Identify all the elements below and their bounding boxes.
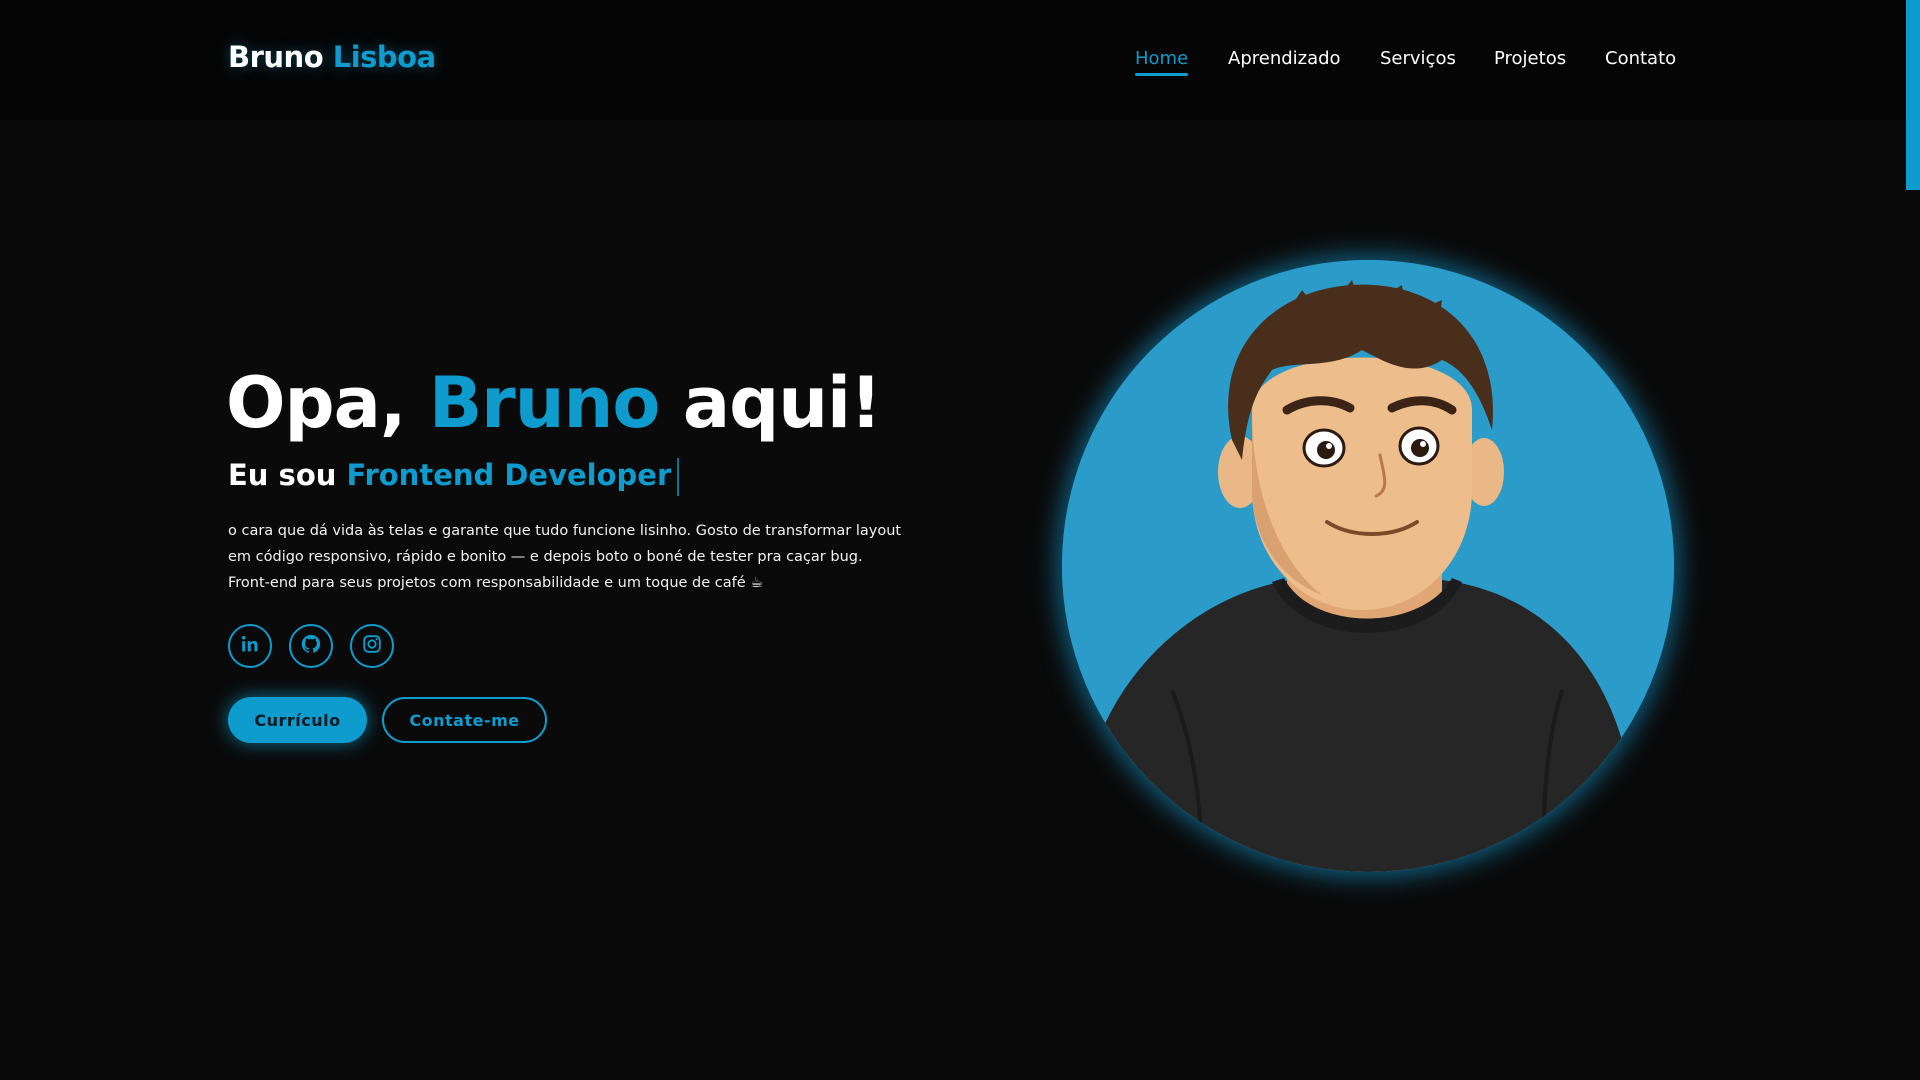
- active-nav-underline: [1135, 73, 1189, 76]
- hero-title-prefix: Opa,: [226, 362, 406, 444]
- instagram-icon: [361, 633, 383, 659]
- hero-role: Frontend Developer: [346, 458, 672, 492]
- nav-item-label: Projetos: [1494, 48, 1567, 69]
- nav-item-servicos[interactable]: Serviços: [1380, 48, 1456, 69]
- profile-avatar: [1062, 260, 1674, 872]
- hero-description: o cara que dá vida às telas e garante qu…: [228, 518, 928, 596]
- contact-button[interactable]: Contate-me: [382, 697, 547, 743]
- resume-button[interactable]: Currículo: [228, 697, 367, 743]
- social-links: [228, 624, 394, 668]
- hero-title: Opa, Bruno aqui!: [226, 368, 882, 438]
- typing-caret: [677, 458, 680, 496]
- nav-item-projetos[interactable]: Projetos: [1494, 48, 1566, 69]
- scroll-progress-bar[interactable]: [1906, 0, 1920, 190]
- hero-subtitle: Eu sou Frontend Developer: [228, 458, 680, 496]
- nav-item-home[interactable]: Home: [1135, 48, 1189, 76]
- site-header: Bruno Lisboa Home Aprendizado Serviços P…: [0, 0, 1920, 120]
- nav-item-label: Aprendizado: [1228, 48, 1341, 69]
- avatar-illustration: [1062, 260, 1674, 872]
- page: Bruno Lisboa Home Aprendizado Serviços P…: [0, 0, 1920, 1080]
- linkedin-icon: [239, 633, 261, 659]
- linkedin-link[interactable]: [228, 624, 272, 668]
- hero-description-line: o cara que dá vida às telas e garante qu…: [228, 523, 902, 539]
- nav-item-aprendizado[interactable]: Aprendizado: [1228, 48, 1341, 69]
- brand-first-name: Bruno: [228, 40, 324, 74]
- brand-logo[interactable]: Bruno Lisboa: [228, 40, 436, 74]
- instagram-link[interactable]: [350, 624, 394, 668]
- nav-item-label: Home: [1135, 48, 1189, 69]
- hero-title-name: Bruno: [428, 362, 661, 444]
- github-link[interactable]: [289, 624, 333, 668]
- hero-description-line: em código responsivo, rápido e bonito — …: [228, 549, 863, 565]
- hero-subtitle-prefix: Eu sou: [228, 458, 337, 492]
- nav-item-label: Serviços: [1380, 48, 1456, 69]
- nav-item-contato[interactable]: Contato: [1605, 48, 1676, 69]
- hero-description-line: Front-end para seus projetos com respons…: [228, 575, 764, 591]
- hero-title-suffix: aqui!: [682, 362, 882, 444]
- nav-item-label: Contato: [1605, 48, 1677, 69]
- github-icon: [300, 633, 322, 659]
- brand-last-name: Lisboa: [332, 40, 436, 74]
